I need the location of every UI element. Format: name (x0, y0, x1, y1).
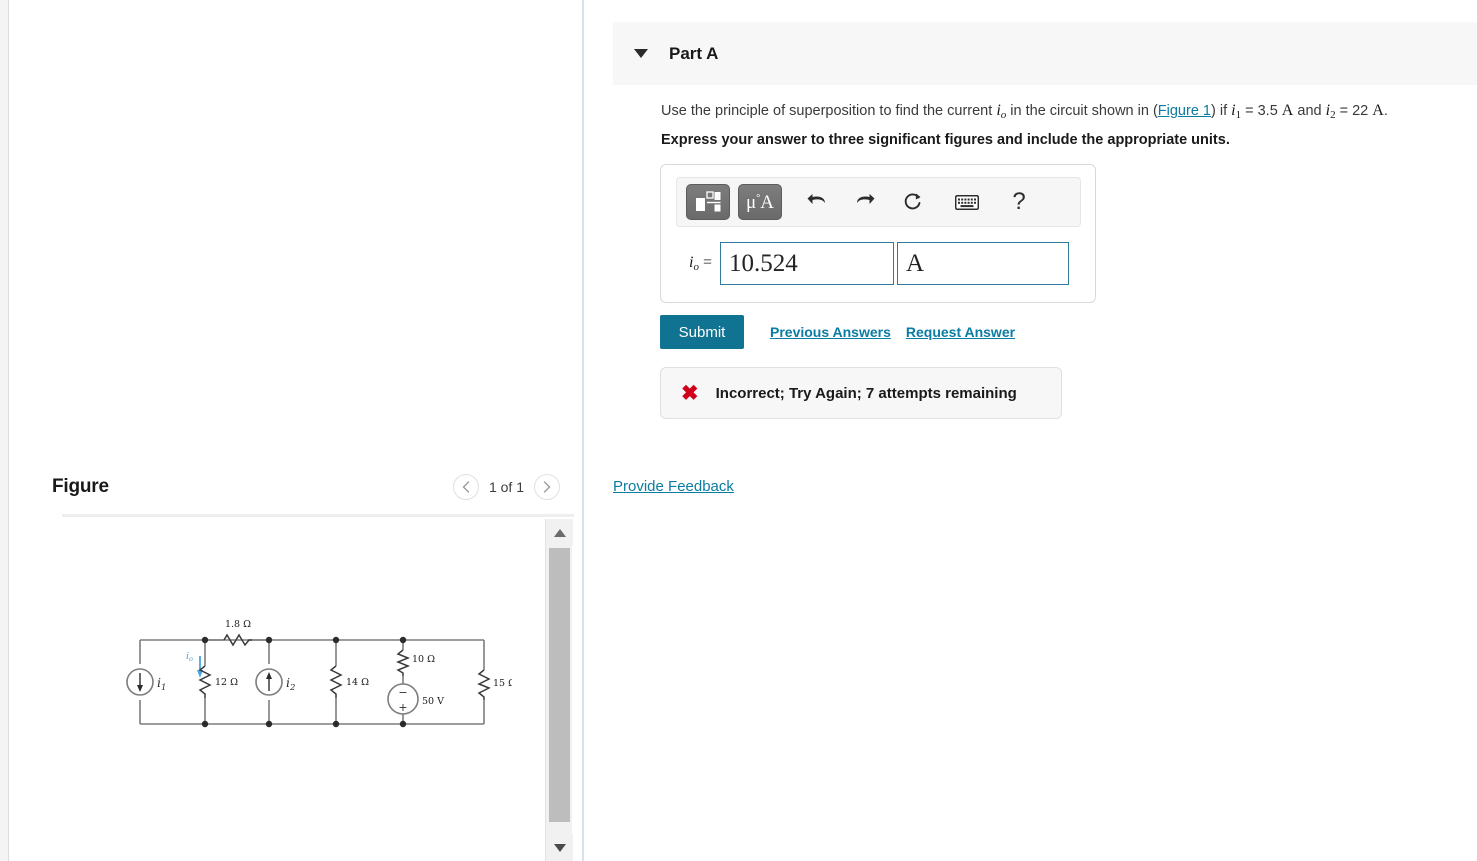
current-source-i1-label: i1 (157, 675, 166, 693)
figure-body: 1.8 Ω i1 io 12 Ω i2 14 Ω 10 Ω − + 50 V 1… (52, 519, 573, 861)
redo-arrow-icon (857, 194, 875, 204)
answer-toolbar: μ°A ? (676, 177, 1081, 227)
voltage-source-minus-sign: − (398, 686, 407, 699)
question-mark-icon: ? (1012, 188, 1026, 215)
resistor-15-symbol (477, 669, 491, 700)
chevron-right-icon (543, 481, 551, 493)
current-symbol-io: io (996, 102, 1007, 121)
question-segment-1: Use the principle of superposition to fi… (661, 103, 997, 119)
figure-title: Figure (52, 476, 109, 497)
i2-unit: A (1372, 102, 1384, 119)
question-segment-5: . (1383, 103, 1388, 119)
question-segment-2: in the circuit shown in ( (1006, 103, 1158, 119)
figure-divider (62, 514, 574, 517)
page-root: Figure 1 of 1 1.8 Ω i1 io 12 Ω i2 14 Ω 1… (0, 0, 1477, 861)
left-gutter-strip (0, 0, 9, 861)
resistor-1p8-label: 1.8 Ω (225, 619, 251, 630)
resistor-12-symbol (198, 665, 212, 698)
provide-feedback-link[interactable]: Provide Feedback (613, 478, 734, 495)
answer-entry-box: μ°A ? io = 10.524 A (660, 164, 1096, 303)
reset-button[interactable] (900, 187, 926, 217)
scrollbar-thumb[interactable] (549, 548, 570, 822)
part-title: Part A (669, 43, 719, 63)
part-a-header[interactable]: Part A (613, 22, 1477, 85)
i1-unit: A (1281, 102, 1294, 119)
i2-value: = 22 (1335, 103, 1373, 119)
chevron-left-icon (462, 481, 470, 493)
answer-value-text: 10.524 (729, 249, 798, 277)
formula-template-button[interactable] (686, 184, 730, 220)
current-symbol-i2: i2 (1325, 102, 1336, 121)
current-source-i2-label: i2 (286, 675, 295, 693)
keyboard-button[interactable] (954, 187, 980, 217)
figure-pagination: 1 of 1 (452, 474, 560, 500)
undo-button[interactable] (804, 187, 830, 217)
circuit-diagram: 1.8 Ω i1 io 12 Ω i2 14 Ω 10 Ω − + 50 V 1… (112, 614, 516, 749)
reset-circular-arrow-icon (904, 193, 921, 210)
io-label: io (186, 651, 193, 663)
keyboard-icon (955, 194, 979, 210)
x-mark-icon: ✖ (681, 381, 699, 405)
current-symbol-i1: i1 (1231, 102, 1242, 121)
figure-counter: 1 of 1 (488, 479, 524, 495)
figure-next-button[interactable] (534, 474, 560, 500)
formula-template-icon (696, 191, 721, 212)
question-segment-3: ) if (1210, 103, 1232, 119)
undo-arrow-icon (807, 194, 825, 204)
i1-value: = 3.5 (1241, 103, 1282, 119)
figure-1-link[interactable]: Figure 1 (1158, 103, 1211, 119)
resistor-14-symbol (329, 665, 343, 698)
figure-header: Figure 1 of 1 (52, 472, 572, 514)
scrollbar-up-button[interactable] (546, 519, 573, 546)
triangle-down-icon (553, 843, 566, 852)
resistor-10-label: 10 Ω (412, 654, 435, 665)
answer-variable-label: io = (689, 254, 712, 273)
instruction-text: Express your answer to three significant… (661, 132, 1230, 148)
caret-down-icon[interactable] (634, 49, 648, 58)
request-answer-link[interactable]: Request Answer (906, 324, 1015, 340)
resistor-12-label: 12 Ω (215, 677, 238, 688)
units-button[interactable]: μ°A (738, 184, 782, 220)
voltage-source-label: 50 V (422, 696, 444, 707)
answer-row: io = 10.524 A (676, 241, 1084, 286)
feedback-message: Incorrect; Try Again; 7 attempts remaini… (715, 384, 1017, 402)
question-text: Use the principle of superposition to fi… (661, 99, 1477, 124)
question-segment-4: and (1293, 103, 1326, 119)
answer-actions: Submit Previous Answers Request Answer (660, 315, 1015, 349)
feedback-status-box: ✖ Incorrect; Try Again; 7 attempts remai… (660, 367, 1062, 419)
redo-button[interactable] (852, 187, 878, 217)
scrollbar-down-button[interactable] (546, 834, 573, 861)
circuit-schematic-svg: 1.8 Ω i1 io 12 Ω i2 14 Ω 10 Ω − + 50 V 1… (126, 619, 516, 728)
resistor-15-label: 15 Ω (493, 678, 512, 689)
answer-units-input[interactable]: A (897, 242, 1069, 285)
micro-angstrom-units-icon: μ°A (746, 191, 774, 213)
problem-pane: Part A Use the principle of superpositio… (584, 0, 1477, 861)
submit-button[interactable]: Submit (660, 315, 744, 349)
answer-units-text: A (906, 249, 925, 277)
figure-prev-button[interactable] (452, 474, 479, 500)
help-button[interactable]: ? (1006, 187, 1032, 217)
previous-answers-link[interactable]: Previous Answers (770, 324, 891, 340)
resistor-14-label: 14 Ω (346, 677, 369, 688)
triangle-up-icon (553, 528, 566, 537)
resistor-10-symbol (395, 649, 411, 676)
answer-value-input[interactable]: 10.524 (720, 242, 894, 285)
figure-pane: Figure 1 of 1 1.8 Ω i1 io 12 Ω i2 14 Ω 1… (10, 0, 582, 861)
voltage-source-plus-sign: + (398, 701, 407, 714)
figure-scrollbar[interactable] (545, 519, 573, 861)
